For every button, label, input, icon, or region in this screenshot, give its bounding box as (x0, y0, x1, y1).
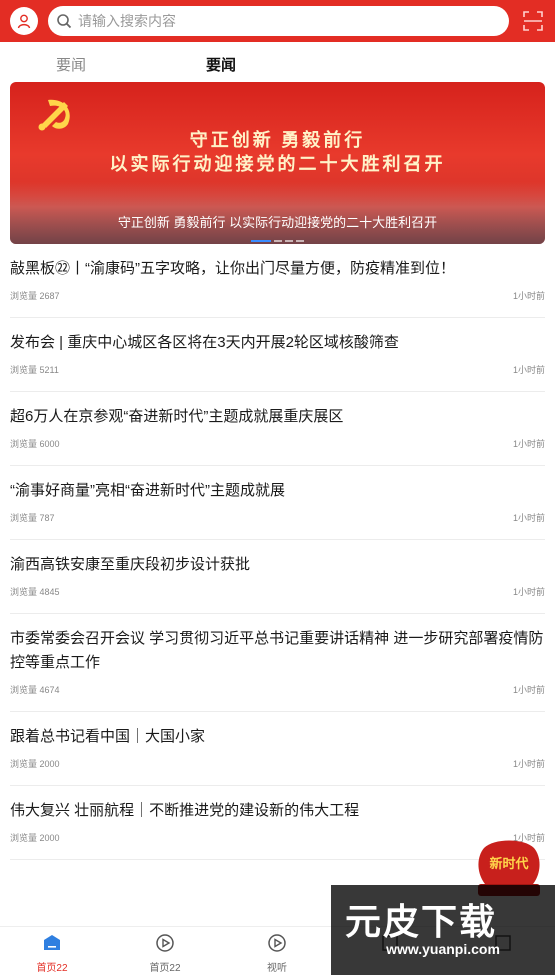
list-item[interactable]: 伟大复兴 壮丽航程｜不断推进党的建设新的伟大工程 浏览量 2000 1小时前 (10, 786, 545, 860)
news-title[interactable]: 伟大复兴 壮丽航程｜不断推进党的建设新的伟大工程 (10, 786, 545, 823)
news-title[interactable]: 跟着总书记看中国｜大国小家 (10, 712, 545, 749)
timestamp: 1小时前 (512, 587, 545, 597)
nav-home-2-label: 首页22 (149, 963, 181, 974)
view-count: 浏览量 2687 (10, 291, 60, 301)
nav-home-2[interactable]: 首页22 (125, 931, 205, 974)
watermark-brand: 元皮下载 (345, 901, 498, 942)
top-bar (0, 0, 555, 42)
home-icon (44, 935, 60, 950)
news-title[interactable]: 超6万人在京参观“奋进新时代”主题成就展重庆展区 (10, 392, 545, 429)
view-count: 浏览量 4845 (10, 587, 60, 597)
news-title[interactable]: 敲黑板㉒丨“渝康码”五字攻略，让你出门尽量方便，防疫精准到位！ (10, 244, 545, 281)
nav-home[interactable]: 首页22 (12, 931, 92, 974)
news-title[interactable]: 渝西高铁安康至重庆段初步设计获批 (10, 540, 545, 577)
nav-audiovisual[interactable]: 视听 (237, 931, 317, 974)
scan-icon[interactable] (522, 10, 544, 32)
carousel-dot-active[interactable] (251, 240, 271, 242)
watermark-overlay: 元皮下载 www.yuanpi.com (331, 885, 555, 975)
search-input[interactable] (78, 13, 478, 29)
channel-tabs: 要闻 要闻 (0, 42, 555, 82)
timestamp: 1小时前 (512, 685, 545, 695)
banner-carousel[interactable]: 守正创新 勇毅前行 以实际行动迎接党的二十大胜利召开 守正创新 勇毅前行 以实际… (10, 82, 545, 244)
carousel-dot[interactable] (296, 240, 304, 242)
news-list: 敲黑板㉒丨“渝康码”五字攻略，让你出门尽量方便，防疫精准到位！ 浏览量 2687… (0, 244, 555, 860)
list-item[interactable]: 市委常委会召开会议 学习贯彻习近平总书记重要讲话精神 进一步研究部署疫情防控等重… (10, 614, 545, 712)
news-title[interactable]: 发布会 | 重庆中心城区各区将在3天内开展2轮区域核酸筛查 (10, 318, 545, 355)
banner-caption: 守正创新 勇毅前行 以实际行动迎接党的二十大胜利召开 (117, 215, 438, 230)
carousel-dot[interactable] (274, 240, 282, 242)
view-count: 浏览量 6000 (10, 439, 60, 449)
list-item[interactable]: “渝事好商量”亮相“奋进新时代”主题成就展 浏览量 787 1小时前 (10, 466, 545, 540)
badge-text: 新时代 (489, 856, 528, 872)
timestamp: 1小时前 (512, 439, 545, 449)
carousel-indicator (10, 240, 545, 242)
nav-audiovisual-label: 视听 (267, 963, 287, 974)
timestamp: 1小时前 (512, 513, 545, 523)
banner-headline-2: 以实际行动迎接党的二十大胜利召开 (109, 154, 446, 174)
nav-home-label: 首页22 (36, 963, 68, 974)
timestamp: 1小时前 (512, 365, 545, 375)
list-item[interactable]: 超6万人在京参观“奋进新时代”主题成就展重庆展区 浏览量 6000 1小时前 (10, 392, 545, 466)
news-title[interactable]: “渝事好商量”亮相“奋进新时代”主题成就展 (10, 466, 545, 503)
view-count: 浏览量 2000 (10, 833, 60, 843)
list-item[interactable]: 渝西高铁安康至重庆段初步设计获批 浏览量 4845 1小时前 (10, 540, 545, 614)
view-count: 浏览量 2000 (10, 759, 60, 769)
list-item[interactable]: 跟着总书记看中国｜大国小家 浏览量 2000 1小时前 (10, 712, 545, 786)
timestamp: 1小时前 (512, 759, 545, 769)
search-icon (57, 14, 72, 29)
banner-headline-1: 守正创新 勇毅前行 (189, 130, 366, 150)
tab-news-1[interactable]: 要闻 (56, 54, 86, 75)
view-count: 浏览量 5211 (10, 365, 59, 375)
news-title[interactable]: 市委常委会召开会议 学习贯彻习近平总书记重要讲话精神 进一步研究部署疫情防控等重… (10, 614, 545, 675)
watermark-url: www.yuanpi.com (386, 941, 500, 957)
view-count: 浏览量 4674 (10, 685, 60, 695)
list-item[interactable]: 敲黑板㉒丨“渝康码”五字攻略，让你出门尽量方便，防疫精准到位！ 浏览量 2687… (10, 244, 545, 318)
carousel-dot[interactable] (285, 240, 293, 242)
list-item[interactable]: 发布会 | 重庆中心城区各区将在3天内开展2轮区域核酸筛查 浏览量 5211 1小… (10, 318, 545, 392)
view-count: 浏览量 787 (10, 513, 55, 523)
search-box[interactable] (48, 6, 509, 36)
tab-news-2-active[interactable]: 要闻 (206, 54, 236, 75)
user-icon (17, 14, 31, 29)
play-circle-icon (156, 934, 174, 952)
play-circle-icon (268, 934, 286, 952)
avatar[interactable] (10, 7, 38, 35)
timestamp: 1小时前 (512, 291, 545, 301)
